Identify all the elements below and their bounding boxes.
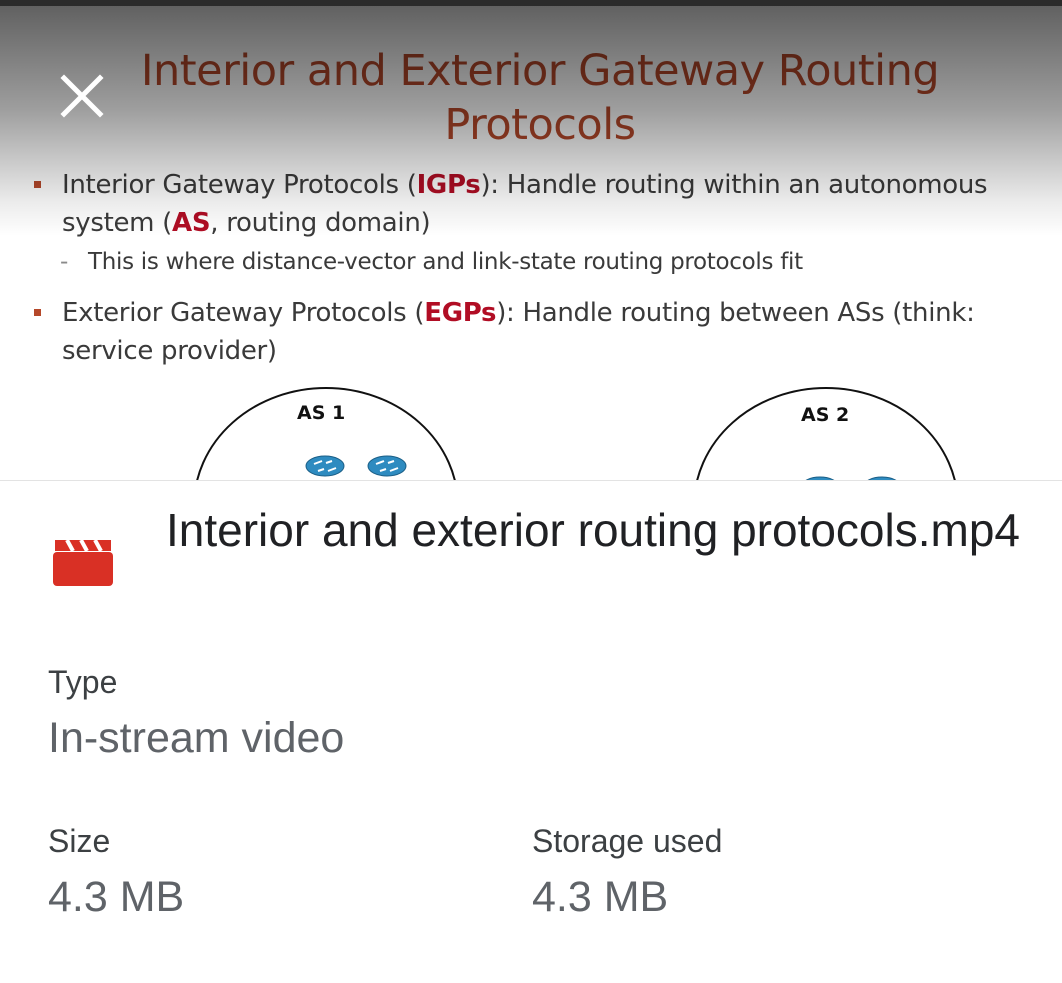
size-label: Size <box>48 823 111 859</box>
type-label: Type <box>48 664 118 700</box>
video-preview[interactable]: Interior and Exterior Gateway Routing Pr… <box>0 0 1062 480</box>
as-term: AS <box>172 208 211 238</box>
type-value: In-stream video <box>48 714 345 762</box>
bullet-egp-text-a: Exterior Gateway Protocols ( <box>62 298 425 328</box>
file-name: Interior and exterior routing protocols.… <box>166 504 1020 556</box>
egp-term: EGPs <box>424 298 497 328</box>
slide-title: Interior and Exterior Gateway Routing Pr… <box>80 44 1000 152</box>
as-diagram: AS 1 AS 2 <box>0 376 1062 480</box>
bullet-egp: Exterior Gateway Protocols (EGPs): Handl… <box>32 294 1032 370</box>
slide-title-line-2: Protocols <box>444 100 636 150</box>
bullet-igp-text-a: Interior Gateway Protocols ( <box>62 170 417 200</box>
slide-title-line-1: Interior and Exterior Gateway Routing <box>140 46 940 96</box>
close-button[interactable] <box>52 66 112 126</box>
bullet-igp: Interior Gateway Protocols (IGPs): Handl… <box>32 166 1032 242</box>
sub-bullet: - This is where distance-vector and link… <box>32 244 1032 280</box>
as-diagram-graphic <box>196 387 956 480</box>
storage-used-value: 4.3 MB <box>532 873 669 921</box>
bullet-marker <box>34 181 41 188</box>
as1-label: AS 1 <box>297 402 346 424</box>
slide-bullets: Interior Gateway Protocols (IGPs): Handl… <box>32 166 1032 370</box>
router-icon <box>367 455 407 477</box>
close-icon <box>60 74 104 118</box>
storage-used-label: Storage used <box>532 823 723 859</box>
sub-bullet-text: This is where distance-vector and link-s… <box>88 249 803 275</box>
size-value: 4.3 MB <box>48 873 185 921</box>
router-icon <box>305 455 345 477</box>
as2-label: AS 2 <box>801 404 850 426</box>
bullet-marker <box>34 309 41 316</box>
video-clapper-icon <box>53 539 113 586</box>
igp-term: IGPs <box>416 170 481 200</box>
sub-bullet-dash: - <box>60 249 68 275</box>
bullet-igp-text-c: , routing domain) <box>210 208 431 238</box>
